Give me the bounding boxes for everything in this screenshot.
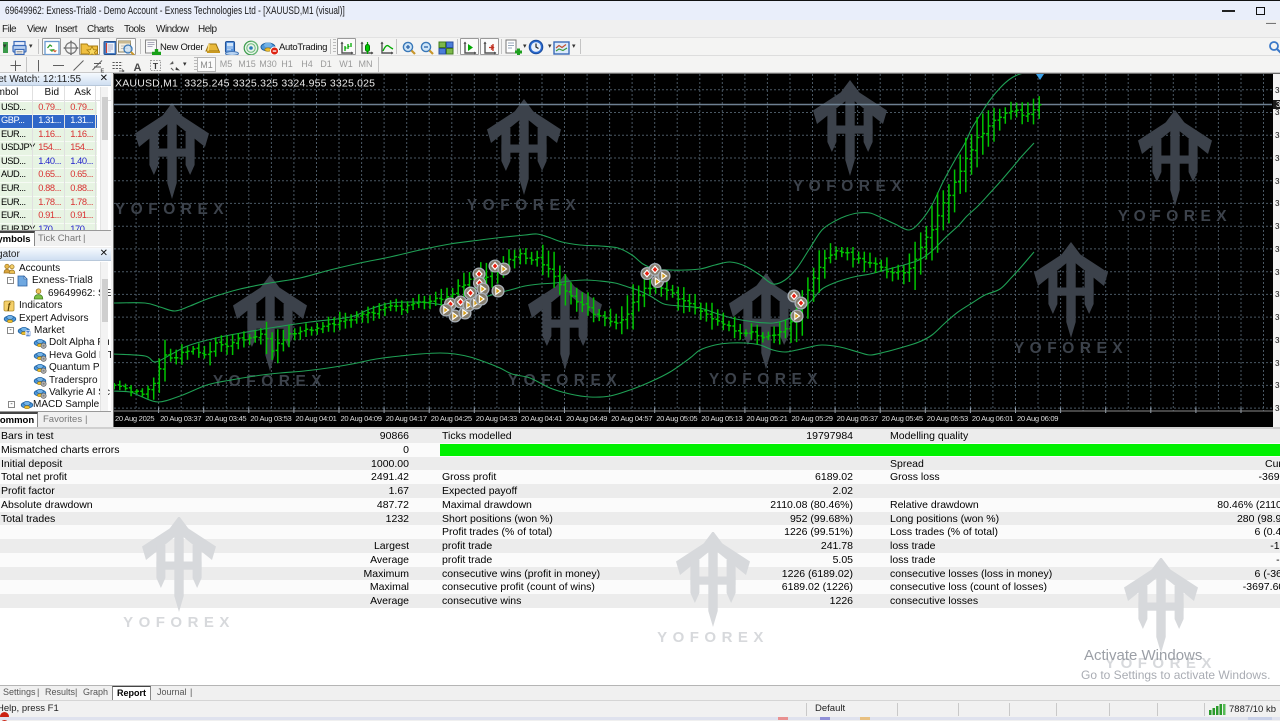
svg-text:20 Aug 04:09: 20 Aug 04:09	[341, 414, 382, 423]
svg-text:33: 33	[1275, 245, 1280, 254]
svg-text:20 Aug 04:25: 20 Aug 04:25	[431, 414, 472, 423]
svg-text:33: 33	[1275, 154, 1280, 163]
svg-text:YOFOREX: YOFOREX	[508, 372, 622, 389]
svg-text:20 Aug 05:05: 20 Aug 05:05	[656, 414, 697, 423]
svg-text:YOFOREX: YOFOREX	[1014, 340, 1128, 357]
svg-text:20 Aug 04:41: 20 Aug 04:41	[521, 414, 562, 423]
svg-text:33: 33	[1275, 268, 1280, 277]
svg-text:20 Aug 06:09: 20 Aug 06:09	[1017, 414, 1058, 423]
svg-text:33: 33	[1275, 359, 1280, 368]
svg-text:20 Aug 04:49: 20 Aug 04:49	[566, 414, 607, 423]
svg-text:20 Aug 05:45: 20 Aug 05:45	[882, 414, 923, 423]
svg-text:33: 33	[1275, 336, 1280, 345]
svg-text:33: 33	[1275, 222, 1280, 231]
svg-text:20 Aug 05:13: 20 Aug 05:13	[701, 414, 742, 423]
svg-text:33: 33	[1275, 86, 1280, 95]
svg-text:33: 33	[1275, 131, 1280, 140]
svg-text:YOFOREX: YOFOREX	[213, 373, 327, 390]
svg-text:T: T	[153, 61, 159, 71]
svg-text:20 Aug 04:57: 20 Aug 04:57	[611, 414, 652, 423]
svg-text:20 Aug 06:01: 20 Aug 06:01	[972, 414, 1013, 423]
svg-text:YOFOREX: YOFOREX	[709, 371, 823, 388]
svg-text:20 Aug 04:01: 20 Aug 04:01	[295, 414, 336, 423]
svg-text:20 Aug 05:29: 20 Aug 05:29	[792, 414, 833, 423]
svg-text:YOFOREX: YOFOREX	[793, 178, 907, 195]
svg-text:YOFOREX: YOFOREX	[467, 197, 581, 214]
svg-text:33: 33	[1276, 100, 1280, 109]
svg-text:20 Aug 04:17: 20 Aug 04:17	[386, 414, 427, 423]
svg-text:YOFOREX: YOFOREX	[115, 201, 229, 218]
svg-text:20 Aug 04:33: 20 Aug 04:33	[476, 414, 517, 423]
svg-text:20 Aug 2025: 20 Aug 2025	[115, 414, 154, 423]
svg-text:20 Aug 05:53: 20 Aug 05:53	[927, 414, 968, 423]
svg-text:33: 33	[1275, 199, 1280, 208]
svg-text:20 Aug 05:21: 20 Aug 05:21	[746, 414, 787, 423]
svg-text:20 Aug 05:37: 20 Aug 05:37	[837, 414, 878, 423]
svg-text:YOFOREX: YOFOREX	[123, 614, 235, 631]
svg-text:33: 33	[1275, 177, 1280, 186]
svg-text:20 Aug 03:45: 20 Aug 03:45	[205, 414, 246, 423]
svg-text:33: 33	[1275, 313, 1280, 322]
svg-text:XAUUSD,M1 3325.245 3325.325 3: XAUUSD,M1 3325.245 3325.325 3324.955 332…	[115, 78, 375, 90]
svg-text:M: M	[26, 332, 31, 337]
svg-text:20 Aug 03:37: 20 Aug 03:37	[160, 414, 201, 423]
svg-text:33: 33	[1275, 404, 1280, 413]
svg-text:YOFOREX: YOFOREX	[657, 629, 769, 646]
svg-text:20 Aug 03:53: 20 Aug 03:53	[250, 414, 291, 423]
svg-text:33: 33	[1275, 108, 1280, 117]
svg-text:33: 33	[1275, 290, 1280, 299]
svg-text:33: 33	[1275, 381, 1280, 390]
svg-text:YOFOREX: YOFOREX	[1118, 208, 1232, 225]
